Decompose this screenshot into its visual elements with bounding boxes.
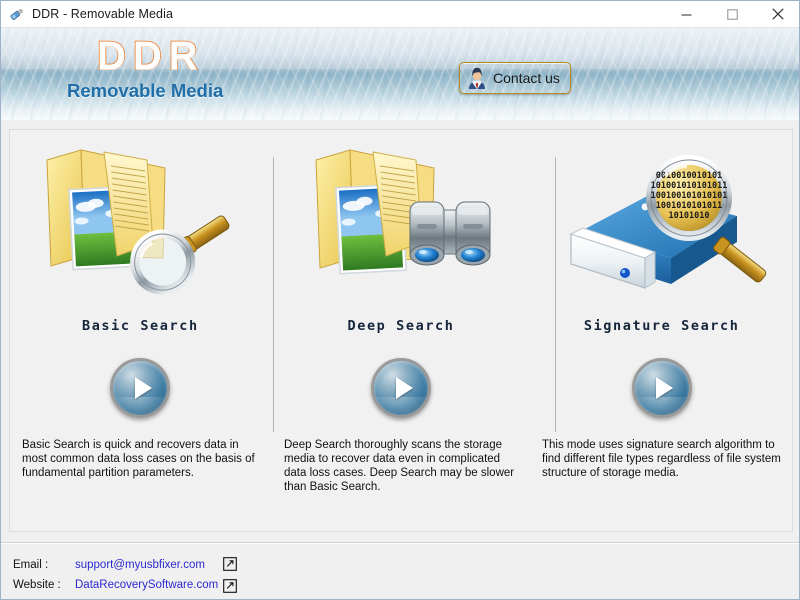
contact-us-button[interactable]: Contact us bbox=[459, 62, 571, 94]
person-icon bbox=[465, 66, 489, 90]
play-icon bbox=[631, 358, 692, 418]
start-deep-search-button[interactable] bbox=[371, 358, 431, 418]
mode-title-basic-search: Basic Search bbox=[81, 318, 199, 334]
mode-selection-panel: Basic Search Deep Search 0010010010101 1… bbox=[9, 129, 793, 532]
usb-drive-icon bbox=[8, 5, 26, 23]
description-signature-search: This mode uses signature search algorith… bbox=[536, 438, 794, 494]
application-window: DDR - Removable Media DDR Removable Medi… bbox=[0, 0, 800, 600]
external-link-icon-email[interactable] bbox=[223, 557, 237, 571]
mode-title-signature-search: Signature Search bbox=[583, 318, 740, 334]
description-basic-search: Basic Search is quick and recovers data … bbox=[10, 438, 274, 494]
start-signature-search-button[interactable] bbox=[631, 358, 692, 418]
play-icon bbox=[371, 358, 431, 418]
folder-with-binoculars-icon bbox=[286, 138, 516, 316]
close-button[interactable] bbox=[755, 1, 799, 27]
footer: Email : support@myusbfixer.com Website :… bbox=[1, 544, 799, 599]
banner-subtitle: Removable Media bbox=[67, 80, 224, 101]
play-triangle bbox=[395, 377, 413, 399]
website-row: Website : DataRecoverySoftware.com bbox=[13, 575, 218, 595]
website-label: Website : bbox=[13, 579, 61, 591]
play-icon bbox=[110, 358, 171, 418]
folder-with-magnifier-icon bbox=[25, 138, 255, 316]
svg-text:10101010: 10101010 bbox=[668, 211, 709, 221]
email-link[interactable]: support@myusbfixer.com bbox=[75, 559, 205, 571]
ddr-logo: DDR bbox=[96, 33, 205, 79]
external-link-icon-website[interactable] bbox=[223, 579, 237, 593]
website-link[interactable]: DataRecoverySoftware.com bbox=[75, 579, 218, 591]
email-row: Email : support@myusbfixer.com bbox=[13, 555, 218, 575]
description-basic-search-text: Basic Search is quick and recovers data … bbox=[22, 439, 255, 479]
mode-title-deep-search: Deep Search bbox=[347, 318, 455, 334]
email-label: Email : bbox=[13, 559, 49, 571]
window-title: DDR - Removable Media bbox=[32, 7, 174, 21]
description-deep-search-text: Deep Search thoroughly scans the storage… bbox=[284, 439, 515, 493]
mode-descriptions: Basic Search is quick and recovers data … bbox=[10, 438, 794, 494]
minimize-button[interactable] bbox=[663, 1, 709, 27]
start-basic-search-button[interactable] bbox=[110, 358, 171, 418]
hard-disk-with-binary-magnifier-icon: 0010010010101 101001010101011 1001001010… bbox=[547, 138, 777, 316]
play-triangle bbox=[656, 377, 674, 399]
header-banner: DDR Removable Media Contact us bbox=[1, 28, 799, 120]
description-deep-search: Deep Search thoroughly scans the storage… bbox=[274, 438, 536, 494]
svg-text:1001010101011: 1001010101011 bbox=[655, 201, 722, 211]
svg-text:101001010101011: 101001010101011 bbox=[650, 181, 727, 191]
svg-text:100100101010101: 100100101010101 bbox=[650, 191, 727, 201]
contact-info: Email : support@myusbfixer.com Website :… bbox=[13, 555, 218, 595]
play-triangle bbox=[134, 377, 152, 399]
contact-us-label: Contact us bbox=[493, 70, 560, 86]
title-bar: DDR - Removable Media bbox=[1, 1, 799, 28]
description-signature-search-text: This mode uses signature search algorith… bbox=[542, 439, 781, 479]
maximize-button[interactable] bbox=[709, 1, 755, 27]
